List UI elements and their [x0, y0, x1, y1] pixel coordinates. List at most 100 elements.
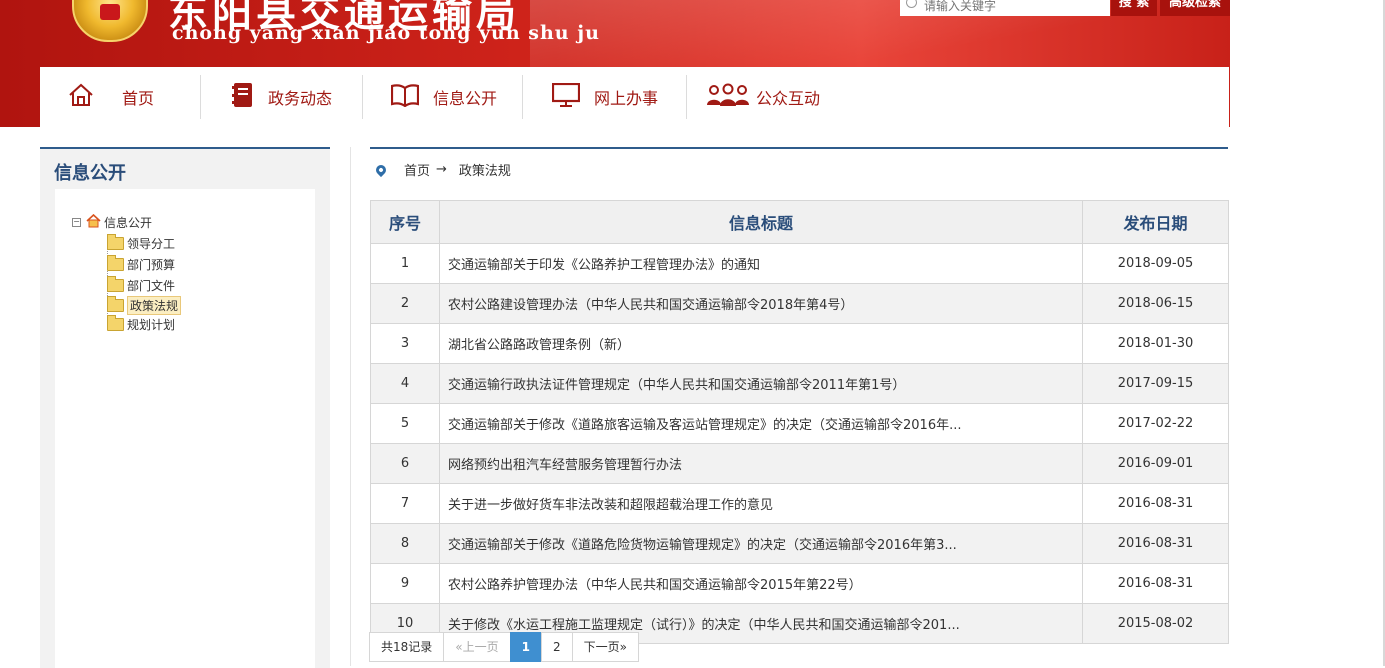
nav-label: 网上办事 [594, 89, 659, 108]
breadcrumb-current[interactable]: 政策法规 [459, 160, 511, 179]
tree-root[interactable]: − 信息公开 [72, 213, 152, 231]
page-button-1[interactable]: 1 [509, 632, 542, 662]
row-number: 8 [370, 523, 440, 564]
row-date: 2016-08-31 [1082, 523, 1229, 564]
table-row: 4 交通运输行政执法证件管理规定（中华人民共和国交通运输部令2011年第1号） 20… [370, 363, 1229, 404]
table-row: 5 交通运输部关于修改《道路旅客运输及客运站管理规定》的决定（交通运输部令2016… [370, 403, 1229, 444]
tree-item-leadership[interactable]: 领导分工 [107, 233, 176, 252]
column-header-title: 信息标题 [439, 200, 1083, 244]
table-header-row: 序号 信息标题 发布日期 [370, 200, 1229, 244]
pagination-total: 共18记录 [369, 632, 445, 662]
table-row: 2 农村公路建设管理办法（中华人民共和国交通运输部令2018年第4号） 2018-0… [370, 283, 1229, 324]
content-top-rule [370, 147, 1228, 149]
row-date: 2016-08-31 [1082, 483, 1229, 524]
nav-label: 首页 [122, 89, 155, 108]
row-date: 2018-06-15 [1082, 283, 1229, 324]
next-page-button[interactable]: 下一页» [571, 632, 639, 662]
main-nav: 首页 政务动态 信息公开 网上办事 公众互动 [40, 67, 1229, 127]
row-title-link[interactable]: 交通运输部关于修改《道路危险货物运输管理规定》的决定（交通运输部令2016年第3… [439, 523, 1083, 564]
pagination: 共18记录 «上一页 1 2 下一页» [369, 632, 639, 662]
row-date: 2018-01-30 [1082, 323, 1229, 364]
nav-government-news[interactable]: 政务动态 [232, 67, 332, 127]
row-number: 9 [370, 563, 440, 604]
row-title-link[interactable]: 农村公路养护管理办法（中华人民共和国交通运输部令2015年第22号） [439, 563, 1083, 604]
collapse-icon[interactable]: − [72, 217, 81, 227]
folder-icon [107, 314, 124, 331]
tree-root-label: 信息公开 [104, 215, 153, 230]
nav-divider [522, 75, 523, 119]
folder-icon [107, 233, 124, 250]
policy-list-table: 序号 信息标题 发布日期 1 交通运输部关于印发《公路养护工程管理办法》的通知 20… [370, 200, 1229, 644]
table-row: 3 湖北省公路路政管理条例（新） 2018-01-30 [370, 323, 1229, 364]
folder-icon [107, 275, 124, 292]
people-icon [706, 83, 750, 111]
breadcrumb: 首页 → 政策法规 [373, 160, 511, 179]
folder-icon [107, 254, 124, 271]
tree-item-label: 领导分工 [127, 236, 176, 251]
column-header-date: 发布日期 [1082, 200, 1229, 244]
nav-divider [200, 75, 201, 119]
row-title-link[interactable]: 农村公路建设管理办法（中华人民共和国交通运输部令2018年第4号） [439, 283, 1083, 324]
nav-divider [362, 75, 363, 119]
row-number: 4 [370, 363, 440, 404]
breadcrumb-arrow: → [436, 162, 447, 177]
advanced-search-button[interactable]: 高级检索 [1160, 0, 1230, 16]
row-title-link[interactable]: 交通运输部关于修改《道路旅客运输及客运站管理规定》的决定（交通运输部令2016年… [439, 403, 1083, 444]
search-box[interactable] [900, 0, 1110, 16]
table-row: 6 网络预约出租汽车经营服务管理暂行办法 2016-09-01 [370, 443, 1229, 484]
tree-item-label: 部门预算 [127, 257, 176, 272]
tree-item-label-selected: 政策法规 [127, 295, 182, 315]
prev-page-button[interactable]: «上一页 [443, 632, 511, 662]
row-title-link[interactable]: 交通运输行政执法证件管理规定（中华人民共和国交通运输部令2011年第1号） [439, 363, 1083, 404]
search-input[interactable] [924, 0, 1104, 14]
row-date: 2017-09-15 [1082, 363, 1229, 404]
home-icon [68, 83, 94, 111]
tree-item-label: 部门文件 [127, 278, 176, 293]
row-title-link[interactable]: 交通运输部关于印发《公路养护工程管理办法》的通知 [439, 243, 1083, 284]
row-number: 2 [370, 283, 440, 324]
row-date: 2018-09-05 [1082, 243, 1229, 284]
open-book-icon [390, 83, 420, 111]
row-title-link[interactable]: 网络预约出租汽车经营服务管理暂行办法 [439, 443, 1083, 484]
nav-divider [686, 75, 687, 119]
search-button[interactable]: 搜 索 [1111, 0, 1157, 16]
monitor-icon [551, 82, 581, 111]
row-title-link[interactable]: 湖北省公路路政管理条例（新） [439, 323, 1083, 364]
row-number: 5 [370, 403, 440, 444]
notebook-icon [232, 82, 254, 112]
folder-icon [107, 295, 124, 312]
nav-info-disclosure[interactable]: 信息公开 [390, 67, 498, 127]
nav-home[interactable]: 首页 [68, 67, 154, 127]
location-pin-icon [373, 162, 389, 177]
tree-item-policies[interactable]: 政策法规 [107, 295, 182, 315]
row-date: 2016-09-01 [1082, 443, 1229, 484]
site-title-pinyin: chong yang xian jiao tong yun shu ju [172, 22, 600, 44]
table-row: 8 交通运输部关于修改《道路危险货物运输管理规定》的决定（交通运输部令2016年第… [370, 523, 1229, 564]
tree-item-planning[interactable]: 规划计划 [107, 314, 175, 333]
row-number: 1 [370, 243, 440, 284]
table-row: 1 交通运输部关于印发《公路养护工程管理办法》的通知 2018-09-05 [370, 243, 1229, 284]
breadcrumb-home-link[interactable]: 首页 [404, 160, 430, 179]
page-button-2[interactable]: 2 [540, 632, 573, 662]
row-title-link[interactable]: 关于进一步做好货车非法改装和超限超载治理工作的意见 [439, 483, 1083, 524]
row-number: 6 [370, 443, 440, 484]
sidebar: 信息公开 − 信息公开 领导分工 部门预算 部门文件 政策法规 规划计划 [40, 147, 330, 668]
row-number: 7 [370, 483, 440, 524]
sidebar-tree-panel: − 信息公开 领导分工 部门预算 部门文件 政策法规 规划计划 [55, 189, 315, 668]
column-divider [350, 147, 351, 666]
nav-public-interaction[interactable]: 公众互动 [706, 67, 820, 127]
search-icon [906, 0, 917, 8]
nav-label: 政务动态 [268, 89, 333, 108]
row-date: 2015-08-02 [1082, 603, 1229, 644]
nav-label: 公众互动 [756, 89, 821, 108]
tree-item-budget[interactable]: 部门预算 [107, 254, 176, 273]
national-emblem-logo [72, 0, 148, 42]
column-header-no: 序号 [370, 200, 440, 244]
row-date: 2016-08-31 [1082, 563, 1229, 604]
row-number: 3 [370, 323, 440, 364]
home-folder-icon [86, 213, 101, 231]
tree-item-documents[interactable]: 部门文件 [107, 275, 176, 294]
nav-label: 信息公开 [433, 89, 498, 108]
nav-online-services[interactable]: 网上办事 [551, 67, 659, 127]
sidebar-title: 信息公开 [54, 163, 126, 184]
